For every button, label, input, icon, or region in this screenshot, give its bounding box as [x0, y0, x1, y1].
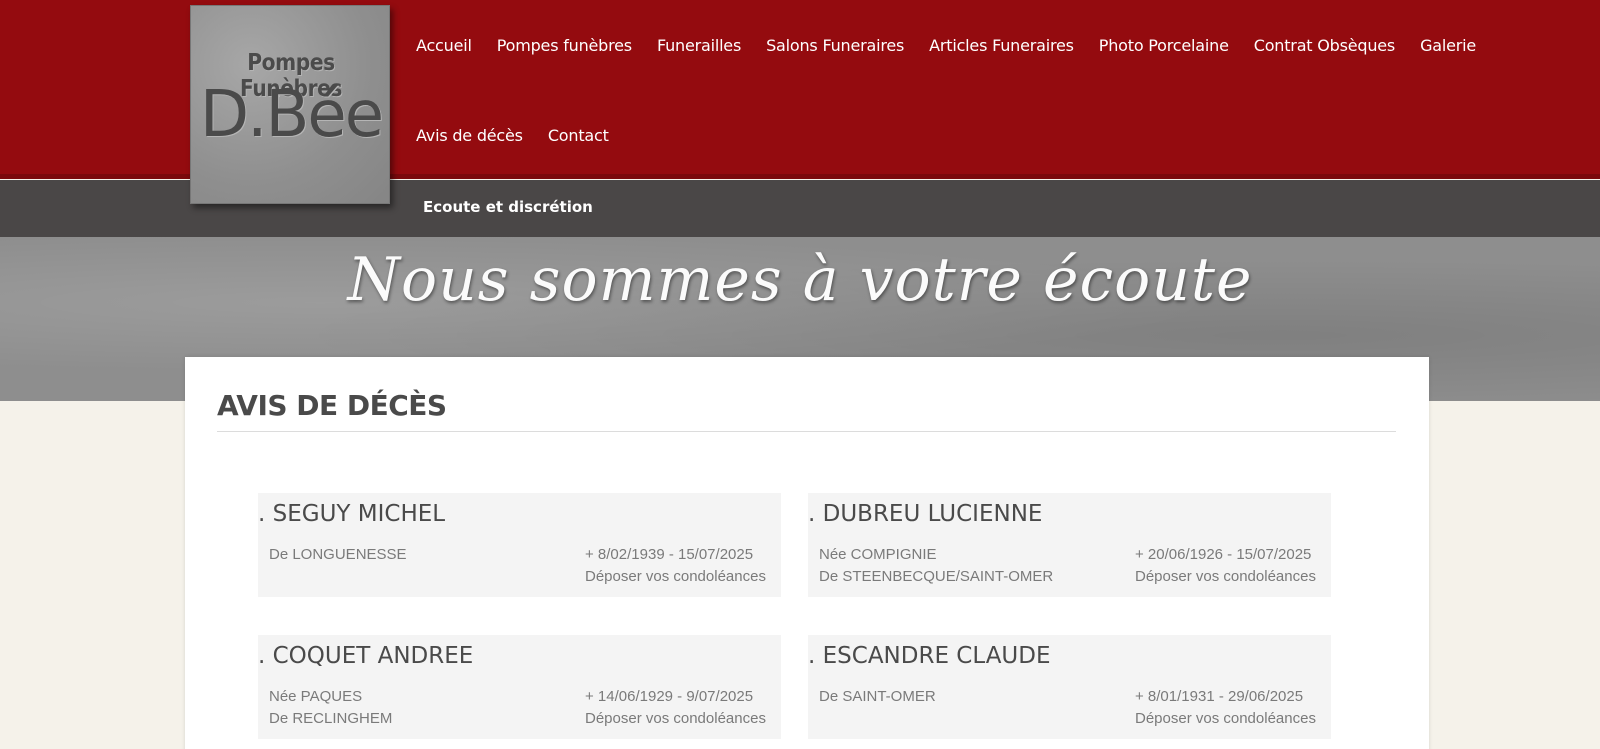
page-title: AVIS DE DÉCÈS: [217, 389, 447, 422]
notice-name[interactable]: . ESCANDRE CLAUDE: [808, 643, 1051, 669]
condolences-link[interactable]: Déposer vos condoléances: [1135, 708, 1316, 730]
notice-dates: + 20/06/1926 - 15/07/2025: [1135, 546, 1312, 563]
notice-detail-line: De RECLINGHEM: [269, 710, 393, 727]
nav-item-pompes-funebres[interactable]: Pompes funèbres: [497, 36, 632, 55]
notice-name[interactable]: . DUBREU LUCIENNE: [808, 501, 1042, 527]
banner-slogan: Nous sommes à votre écoute: [347, 245, 1253, 315]
nav-item-avis-de-deces[interactable]: Avis de décès: [416, 126, 523, 145]
notice-meta: + 14/06/1929 - 9/07/2025 Déposer vos con…: [585, 686, 766, 730]
condolences-link[interactable]: Déposer vos condoléances: [1135, 566, 1316, 588]
site-logo[interactable]: Pompes Funèbres D.Bée: [190, 5, 390, 204]
notice-details: De SAINT-OMER: [819, 686, 936, 708]
nav-item-articles-funeraires[interactable]: Articles Funeraires: [929, 36, 1074, 55]
notice-details: Née COMPIGNIE De STEENBECQUE/SAINT-OMER: [819, 544, 1053, 588]
notice-detail-line: De SAINT-OMER: [819, 688, 936, 705]
notice-meta: + 8/02/1939 - 15/07/2025 Déposer vos con…: [585, 544, 766, 588]
main-nav: Accueil Pompes funèbres Funerailles Salo…: [416, 36, 1476, 55]
notice-details: De LONGUENESSE: [269, 544, 407, 566]
notice-dates: + 8/01/1931 - 29/06/2025: [1135, 688, 1304, 705]
notice-card: . ESCANDRE CLAUDE De SAINT-OMER + 8/01/1…: [808, 635, 1331, 739]
main-nav-row2: Avis de décès Contact: [416, 126, 609, 145]
nav-item-contact[interactable]: Contact: [548, 126, 609, 145]
notice-detail-line: De LONGUENESSE: [269, 546, 407, 563]
nav-item-contrat-obseques[interactable]: Contrat Obsèques: [1254, 36, 1396, 55]
notice-dates: + 8/02/1939 - 15/07/2025: [585, 546, 754, 563]
notice-name[interactable]: . SEGUY MICHEL: [258, 501, 445, 527]
nav-item-salons-funeraires[interactable]: Salons Funeraires: [766, 36, 904, 55]
notice-name[interactable]: . COQUET ANDREE: [258, 643, 473, 669]
notice-details: Née PAQUES De RECLINGHEM: [269, 686, 392, 730]
notice-card: . COQUET ANDREE Née PAQUES De RECLINGHEM…: [258, 635, 781, 739]
notice-meta: + 20/06/1926 - 15/07/2025 Déposer vos co…: [1135, 544, 1316, 588]
notice-card: . SEGUY MICHEL De LONGUENESSE + 8/02/193…: [258, 493, 781, 597]
tagline: Ecoute et discrétion: [423, 198, 593, 216]
notice-detail-line: De STEENBECQUE/SAINT-OMER: [819, 568, 1054, 585]
nav-item-photo-porcelaine[interactable]: Photo Porcelaine: [1099, 36, 1229, 55]
nav-item-funerailles[interactable]: Funerailles: [657, 36, 741, 55]
title-divider: [217, 431, 1396, 432]
nav-item-galerie[interactable]: Galerie: [1420, 36, 1476, 55]
notice-dates: + 14/06/1929 - 9/07/2025: [585, 688, 754, 705]
notice-detail-line: Née COMPIGNIE: [819, 546, 937, 563]
condolences-link[interactable]: Déposer vos condoléances: [585, 566, 766, 588]
nav-item-accueil[interactable]: Accueil: [416, 36, 472, 55]
notice-detail-line: Née PAQUES: [269, 688, 363, 705]
content-panel: AVIS DE DÉCÈS . SEGUY MICHEL De LONGUENE…: [185, 357, 1429, 749]
notice-meta: + 8/01/1931 - 29/06/2025 Déposer vos con…: [1135, 686, 1316, 730]
notice-card: . DUBREU LUCIENNE Née COMPIGNIE De STEEN…: [808, 493, 1331, 597]
logo-text-line2: D.Bée: [199, 78, 384, 152]
condolences-link[interactable]: Déposer vos condoléances: [585, 708, 766, 730]
